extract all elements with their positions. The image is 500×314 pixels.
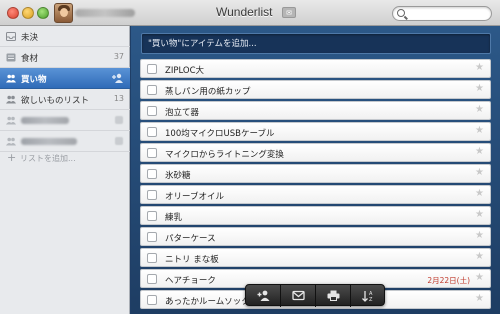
app-badge[interactable]: ✉ <box>282 7 296 18</box>
task-row[interactable]: 泡立て器 ★ <box>140 101 491 120</box>
task-checkbox[interactable] <box>147 85 157 95</box>
search-box[interactable] <box>392 6 492 21</box>
shared-list-icon <box>6 74 16 83</box>
task-row[interactable]: 蒸しパン用の紙カップ ★ <box>140 80 491 99</box>
add-list-label: リストを追加... <box>20 154 76 163</box>
shared-list-icon <box>6 116 16 125</box>
task-title: ヘアチョーク <box>165 276 216 286</box>
minimize-window-button[interactable] <box>22 7 34 19</box>
task-row[interactable]: パターケース ★ <box>140 227 491 246</box>
star-icon[interactable]: ★ <box>475 251 484 262</box>
task-row[interactable]: ZIPLOC大 ★ <box>140 59 491 78</box>
plus-icon: + <box>7 151 17 164</box>
print-button[interactable] <box>316 285 351 307</box>
task-checkbox[interactable] <box>147 127 157 137</box>
add-list-button[interactable]: + リストを追加... <box>0 148 130 168</box>
task-row[interactable]: 100均マイクロUSBケーブル ★ <box>140 122 491 141</box>
task-row[interactable]: オリーブオイル ★ <box>140 185 491 204</box>
task-title: パターケース <box>165 234 216 244</box>
task-title: あったかルームソック <box>165 297 250 307</box>
task-checkbox[interactable] <box>147 190 157 200</box>
blurred-count <box>115 137 123 145</box>
sidebar-item-groceries[interactable]: 食材 37 <box>0 47 130 68</box>
task-row[interactable]: 氷砂糖 ★ <box>140 164 491 183</box>
shared-list-icon <box>6 137 16 146</box>
task-checkbox[interactable] <box>147 169 157 179</box>
blurred-username[interactable] <box>75 9 135 17</box>
star-icon[interactable]: ★ <box>475 146 484 157</box>
add-collaborator-icon[interactable] <box>112 73 124 83</box>
star-icon[interactable]: ★ <box>475 167 484 178</box>
task-title: ZIPLOC大 <box>165 66 205 76</box>
star-icon[interactable]: ★ <box>475 230 484 241</box>
star-icon[interactable]: ★ <box>475 62 484 73</box>
sidebar-item-shopping[interactable]: 買い物 <box>0 68 130 89</box>
inbox-icon <box>6 32 16 41</box>
star-icon[interactable]: ★ <box>475 83 484 94</box>
email-button[interactable] <box>281 285 316 307</box>
task-title: 蒸しパン用の紙カップ <box>165 87 251 97</box>
task-checkbox[interactable] <box>147 64 157 74</box>
sort-icon: AZ <box>362 291 373 302</box>
task-checkbox[interactable] <box>147 211 157 221</box>
task-row[interactable]: マイクロからライトニング変換 ★ <box>140 143 491 162</box>
sidebar-item-label: 未決 <box>21 33 39 43</box>
star-icon[interactable]: ★ <box>475 125 484 136</box>
task-title: オリーブオイル <box>165 192 224 202</box>
task-row[interactable]: 練乳 ★ <box>140 206 491 225</box>
sidebar: 未決 食材 37 買い物 欲しいものリスト 13 + リストを追加... <box>0 26 130 314</box>
task-checkbox[interactable] <box>147 253 157 263</box>
task-title: マイクロからライトニング変換 <box>165 150 284 160</box>
avatar-face <box>60 8 68 17</box>
list-icon <box>6 53 16 62</box>
blurred-list-name <box>21 138 77 145</box>
email-icon <box>292 290 305 301</box>
task-checkbox[interactable] <box>147 295 157 305</box>
blurred-count <box>115 116 123 124</box>
svg-text:Z: Z <box>369 297 373 302</box>
task-title: 練乳 <box>165 213 183 223</box>
sidebar-item-label: 買い物 <box>21 75 47 85</box>
sort-button[interactable]: AZ <box>351 285 386 307</box>
task-title: 氷砂糖 <box>165 171 191 181</box>
task-checkbox[interactable] <box>147 148 157 158</box>
title-bar: Wunderlist ✉ <box>0 0 500 26</box>
print-icon <box>327 290 340 301</box>
avatar[interactable] <box>54 3 73 23</box>
share-list-button[interactable] <box>246 285 281 307</box>
task-due-date: 2月22日(土) <box>427 276 470 285</box>
bottom-toolbar: AZ <box>245 284 386 307</box>
add-item-field[interactable] <box>141 33 491 54</box>
task-row[interactable]: ニトリ まな板 ★ <box>140 248 491 267</box>
star-icon[interactable]: ★ <box>475 209 484 220</box>
app-title: Wunderlist <box>216 5 273 19</box>
star-icon[interactable]: ★ <box>475 272 484 283</box>
star-icon[interactable]: ★ <box>475 104 484 115</box>
sidebar-item-label: 食材 <box>21 54 39 64</box>
task-area: ZIPLOC大 ★ 蒸しパン用の紙カップ ★ 泡立て器 ★ 100均マイクロUS… <box>131 26 500 314</box>
sidebar-item-label: 欲しいものリスト <box>21 96 90 106</box>
task-title: 100均マイクロUSBケーブル <box>165 129 275 139</box>
task-checkbox[interactable] <box>147 232 157 242</box>
sidebar-item-count: 37 <box>113 52 124 61</box>
star-icon[interactable]: ★ <box>475 188 484 199</box>
task-title: 泡立て器 <box>165 108 200 118</box>
star-icon[interactable]: ★ <box>475 293 484 304</box>
zoom-window-button[interactable] <box>37 7 49 19</box>
sidebar-item-count: 13 <box>113 94 124 103</box>
sidebar-item-inbox[interactable]: 未決 <box>0 26 130 47</box>
share-list-icon <box>257 290 270 301</box>
search-icon <box>397 9 405 17</box>
shared-list-icon <box>6 95 16 104</box>
task-checkbox[interactable] <box>147 106 157 116</box>
task-title: ニトリ まな板 <box>165 255 219 265</box>
close-window-button[interactable] <box>7 7 19 19</box>
sidebar-item-wishlist[interactable]: 欲しいものリスト 13 <box>0 89 130 110</box>
task-checkbox[interactable] <box>147 274 157 284</box>
blurred-list-name <box>21 117 69 124</box>
sidebar-item-blurred-1[interactable] <box>0 110 130 131</box>
search-input[interactable] <box>408 8 488 19</box>
add-item-input[interactable] <box>148 38 478 50</box>
